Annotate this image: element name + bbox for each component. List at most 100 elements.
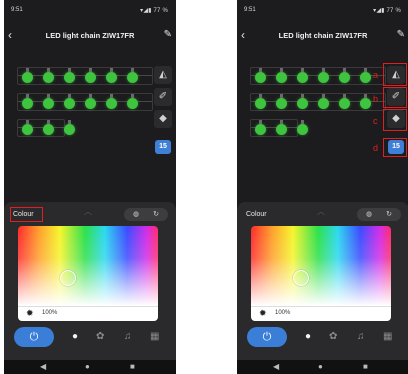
brightness-value: 100%: [275, 310, 291, 316]
bulb[interactable]: [255, 68, 266, 83]
bulb[interactable]: [106, 94, 117, 109]
music-icon[interactable]: ♫: [357, 330, 365, 344]
palette-icon[interactable]: ◍: [133, 210, 139, 218]
bulb[interactable]: [106, 68, 117, 83]
bulb-row: [17, 119, 75, 137]
home-nav-icon[interactable]: ●: [318, 362, 323, 372]
highlight-box-a: [383, 63, 407, 86]
bulb[interactable]: [360, 68, 371, 83]
battery-level: 77 %: [386, 8, 401, 14]
bulb[interactable]: [85, 68, 96, 83]
home-nav-icon[interactable]: ●: [85, 362, 90, 372]
recents-nav-icon[interactable]: ■: [130, 362, 135, 372]
top-bar: ‹ LED light chain ZIW17FR ✎: [237, 26, 408, 44]
android-nav-bar: ◀ ● ■: [237, 360, 408, 374]
bottom-nav: ⏻ ● ✿ ♫ ▦: [237, 327, 408, 353]
recents-nav-icon[interactable]: ■: [363, 362, 368, 372]
bulb[interactable]: [276, 68, 287, 83]
bulb[interactable]: [318, 68, 329, 83]
page-title: LED light chain ZIW17FR: [45, 31, 135, 40]
schedule-icon[interactable]: ▦: [150, 330, 159, 344]
picker-thumb[interactable]: [60, 270, 76, 286]
eraser-icon[interactable]: ◆: [154, 110, 172, 128]
music-icon[interactable]: ♫: [124, 330, 132, 344]
android-nav-bar: ◀ ● ■: [4, 360, 176, 374]
bulb[interactable]: [339, 68, 350, 83]
fill-bucket-icon[interactable]: ◭: [154, 66, 172, 84]
bulb[interactable]: [127, 68, 138, 83]
marker-c: c: [373, 116, 378, 126]
back-nav-icon[interactable]: ◀: [40, 362, 46, 372]
status-icons: ▾◢▮ 77 %: [373, 8, 401, 14]
status-bar: 9:51 ▾◢▮ 77 %: [4, 0, 176, 20]
bulb[interactable]: [255, 120, 266, 135]
mode-toggle[interactable]: ◍ ↻: [357, 208, 401, 221]
bulb[interactable]: [297, 120, 308, 135]
edit-pencil-icon[interactable]: ✎: [397, 26, 405, 44]
bulb[interactable]: [43, 94, 54, 109]
bulb[interactable]: [22, 94, 33, 109]
brush-icon[interactable]: ✐: [154, 88, 172, 106]
sun-icon: ✹: [26, 308, 34, 318]
bottom-nav: ⏻ ● ✿ ♫ ▦: [4, 327, 176, 353]
bulb[interactable]: [276, 120, 287, 135]
colour-panel: ︿ Colour ◍ ↻ ✹ 100% ⏻ ● ✿ ♫ ▦: [237, 202, 408, 372]
refresh-icon[interactable]: ↻: [386, 210, 392, 218]
phone-screen-left: 9:51 ▾◢▮ 77 % ‹ LED light chain ZIW17FR …: [4, 0, 176, 374]
bulb[interactable]: [22, 120, 33, 135]
highlight-box-c: [383, 109, 407, 131]
refresh-icon[interactable]: ↻: [153, 210, 159, 218]
palette-nav-icon[interactable]: ✿: [329, 330, 337, 344]
power-button[interactable]: ⏻: [247, 327, 287, 347]
palette-icon[interactable]: ◍: [366, 210, 372, 218]
chevron-down-icon[interactable]: ︿: [84, 206, 92, 217]
mode-toggle[interactable]: ◍ ↻: [124, 208, 168, 221]
bulb-row: [250, 93, 386, 111]
top-bar: ‹ LED light chain ZIW17FR ✎: [4, 26, 176, 44]
status-bar: 9:51 ▾◢▮ 77 %: [237, 0, 408, 20]
edit-pencil-icon[interactable]: ✎: [164, 26, 172, 44]
status-icons: ▾◢▮ 77 %: [140, 8, 168, 14]
bulb-row: [17, 93, 153, 111]
bulb[interactable]: [127, 94, 138, 109]
bulb[interactable]: [297, 68, 308, 83]
bulb[interactable]: [64, 68, 75, 83]
chevron-down-icon[interactable]: ︿: [317, 206, 325, 217]
marker-d: d: [373, 143, 379, 153]
highlight-box-colour: [10, 207, 43, 222]
colour-picker[interactable]: [251, 226, 391, 306]
brightness-count-badge[interactable]: 15: [155, 140, 171, 154]
colour-picker[interactable]: [18, 226, 158, 306]
bulb[interactable]: [85, 94, 96, 109]
schedule-icon[interactable]: ▦: [383, 330, 392, 344]
brightness-bar[interactable]: ✹ 100%: [251, 306, 391, 321]
marker-a: a: [373, 70, 379, 80]
bulb-icon[interactable]: ●: [305, 330, 311, 344]
bulb[interactable]: [43, 68, 54, 83]
bulb[interactable]: [360, 94, 371, 109]
battery-level: 77 %: [153, 8, 168, 14]
colour-panel: ︿ Colour ◍ ↻ ✹ 100% ⏻ ● ✿ ♫ ▦: [4, 202, 176, 372]
bulb[interactable]: [318, 94, 329, 109]
status-time: 9:51: [244, 7, 256, 13]
bulb[interactable]: [64, 94, 75, 109]
bulb[interactable]: [297, 94, 308, 109]
bulb[interactable]: [43, 120, 54, 135]
highlight-box-d: [383, 138, 407, 157]
bulb[interactable]: [22, 68, 33, 83]
back-nav-icon[interactable]: ◀: [273, 362, 279, 372]
bulb-icon[interactable]: ●: [72, 330, 78, 344]
bulb[interactable]: [255, 94, 266, 109]
status-time: 9:51: [11, 7, 23, 13]
phone-screen-right: 9:51 ▾◢▮ 77 % ‹ LED light chain ZIW17FR …: [237, 0, 408, 374]
palette-nav-icon[interactable]: ✿: [96, 330, 104, 344]
brightness-value: 100%: [42, 310, 58, 316]
power-button[interactable]: ⏻: [14, 327, 54, 347]
bulb[interactable]: [339, 94, 350, 109]
bulb[interactable]: [276, 94, 287, 109]
brightness-bar[interactable]: ✹ 100%: [18, 306, 158, 321]
highlight-box-b: [383, 87, 407, 108]
picker-thumb[interactable]: [293, 270, 309, 286]
bulb[interactable]: [64, 120, 75, 135]
bulb-row: [250, 67, 386, 85]
